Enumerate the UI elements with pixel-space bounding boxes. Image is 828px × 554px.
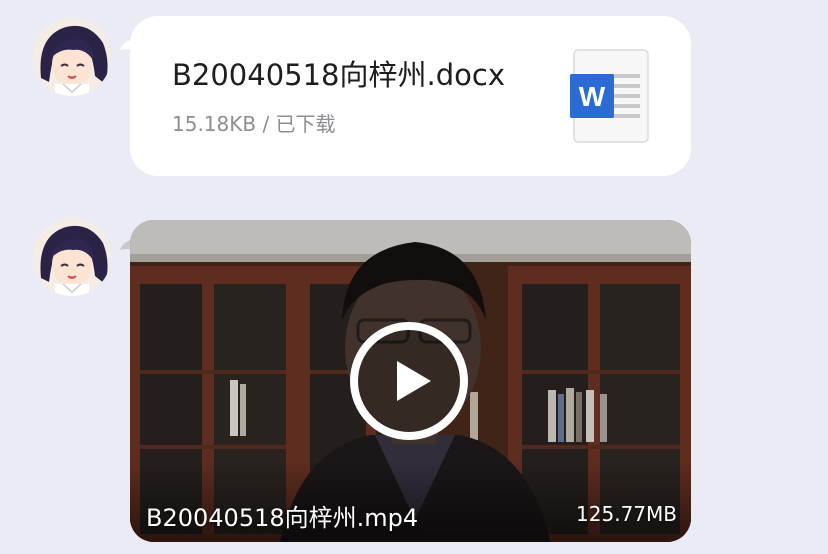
file-meta: 15.18KB / 已下载 xyxy=(172,112,336,136)
chat-view: B20040518向梓州.docx 15.18KB / 已下载 W B20040… xyxy=(0,0,828,554)
video-file-name: B20040518向梓州.mp4 xyxy=(146,504,419,532)
sender-avatar[interactable] xyxy=(33,18,111,96)
sender-avatar[interactable] xyxy=(33,218,111,296)
file-message-bubble[interactable]: B20040518向梓州.docx 15.18KB / 已下载 W xyxy=(130,16,691,176)
file-name: B20040518向梓州.docx xyxy=(172,58,505,92)
word-letter: W xyxy=(579,81,606,112)
play-icon[interactable] xyxy=(349,321,469,441)
video-file-size: 125.77MB xyxy=(576,502,677,526)
video-message-bubble[interactable]: B20040518向梓州.mp4 125.77MB xyxy=(130,220,691,542)
word-document-icon: W xyxy=(570,48,652,144)
